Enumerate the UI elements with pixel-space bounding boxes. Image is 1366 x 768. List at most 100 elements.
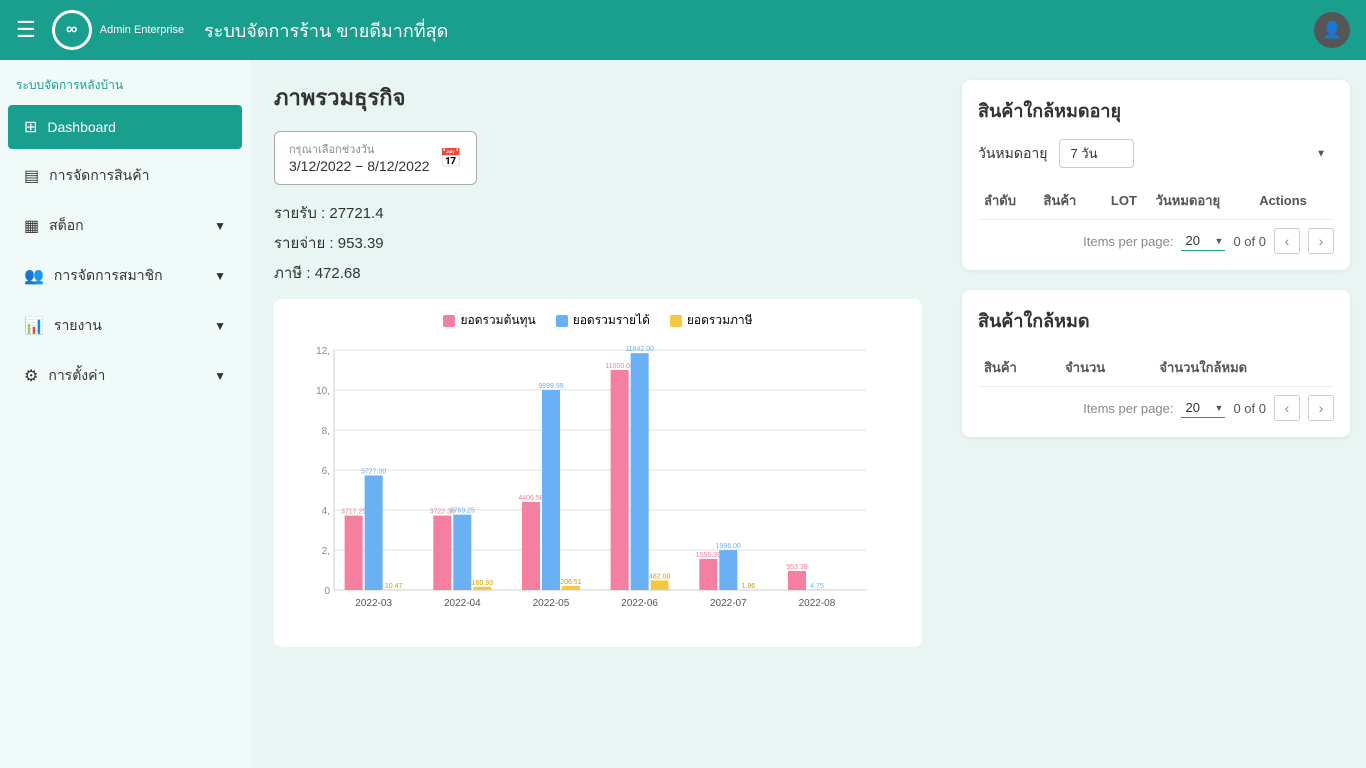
col-index: ลำดับ [978,182,1038,220]
chevron-down-icon: ▼ [214,319,226,333]
topnav-title: ระบบจัดการร้าน ขายดีมากที่สุด [204,16,448,45]
chart-area: ยอดรวมต้นทุน ยอดรวมรายได้ ยอดรวมภาษี 02,… [274,299,922,647]
svg-text:953.39: 953.39 [786,564,808,571]
member-icon: 👥 [24,266,44,286]
dashboard-icon: ⊞ [24,117,37,137]
svg-text:482.00: 482.00 [649,573,671,580]
income-stat: รายรับ : 27721.4 [274,201,922,225]
chevron-down-icon: ▼ [214,369,226,383]
col-qty: จำนวน [1059,349,1153,387]
low-stock-section: สินค้าใกล้หมด สินค้า จำนวน จำนวนใกล้หมด … [962,290,1350,437]
svg-text:3717.25: 3717.25 [341,509,366,516]
date-picker-label: กรุณาเลือกช่วงวัน [289,140,430,158]
sidebar-section-label: ระบบจัดการหลังบ้าน [0,60,250,103]
svg-text:1555.39: 1555.39 [696,552,721,559]
stock-icon: ▦ [24,216,39,236]
expiry-next-button[interactable]: › [1308,228,1334,254]
page-title: ภาพรวมธุรกิจ [274,80,922,115]
svg-text:2022-06: 2022-06 [621,598,658,609]
sidebar-item-label: การจัดการสินค้า [49,165,149,187]
expiry-prev-button[interactable]: ‹ [1274,228,1300,254]
settings-icon: ⚙ [24,366,38,386]
low-stock-table: สินค้า จำนวน จำนวนใกล้หมด [978,349,1334,387]
legend-cost-label: ยอดรวมต้นทุน [460,311,535,330]
svg-text:11000.00: 11000.00 [605,363,634,370]
lowstock-pagination-row: Items per page: 2050100 0 of 0 ‹ › [978,387,1334,421]
lowstock-next-button[interactable]: › [1308,395,1334,421]
svg-text:10,: 10, [316,386,330,397]
expiry-page-select-wrap: 2050100 [1181,231,1225,251]
sidebar-item-product[interactable]: ▤ การจัดการสินค้า [8,153,242,199]
col-product: สินค้า [1038,182,1099,220]
col-product: สินค้า [978,349,1059,387]
svg-text:12,: 12, [316,346,330,357]
legend-cost-dot [443,315,455,327]
expiry-page-select[interactable]: 2050100 [1181,231,1225,251]
legend-tax-label: ยอดรวมภาษี [687,311,753,330]
expire-filter-label: วันหมดอายุ [978,143,1047,165]
calendar-icon[interactable]: 📅 [440,148,462,169]
svg-text:206.51: 206.51 [560,579,582,586]
lowstock-page-select-wrap: 2050100 [1181,398,1225,418]
svg-text:2,: 2, [322,546,330,557]
sidebar-item-label: Dashboard [47,119,116,135]
sidebar-item-report[interactable]: 📊 รายงาน ▼ [8,303,242,349]
col-actions: Actions [1253,182,1334,220]
expire-select[interactable]: 7 วัน 14 วัน 30 วัน [1059,139,1134,168]
topnav: ☰ ∞ Admin Enterprise ระบบจัดการร้าน ขายด… [0,0,1366,60]
sidebar: ระบบจัดการหลังบ้าน ⊞ Dashboard ▤ การจัดก… [0,60,250,768]
menu-icon[interactable]: ☰ [16,17,36,43]
expiry-section-title: สินค้าใกล้หมดอายุ [978,96,1334,125]
expiry-section: สินค้าใกล้หมดอายุ วันหมดอายุ 7 วัน 14 วั… [962,80,1350,270]
sidebar-item-stock[interactable]: ▦ สต็อก ▼ [8,203,242,249]
svg-text:3769.25: 3769.25 [450,508,475,515]
svg-text:6,: 6, [322,466,330,477]
expiry-table: ลำดับ สินค้า LOT วันหมดอายุ Actions [978,182,1334,220]
lowstock-pagination-count: 0 of 0 [1233,401,1266,416]
col-lot: LOT [1098,182,1149,220]
svg-text:11842.00: 11842.00 [625,346,654,353]
svg-text:4.75: 4.75 [810,583,824,590]
svg-text:8,: 8, [322,426,330,437]
sidebar-item-settings[interactable]: ⚙ การตั้งค่า ▼ [8,353,242,399]
svg-text:2022-05: 2022-05 [533,598,570,609]
logo-text: Admin Enterprise [100,23,184,37]
svg-text:2022-08: 2022-08 [799,598,836,609]
legend-revenue-label: ยอดรวมรายได้ [573,311,650,330]
legend-cost: ยอดรวมต้นทุน [443,311,535,330]
stats-section: รายรับ : 27721.4 รายจ่าย : 953.39 ภาษี :… [274,201,922,285]
sidebar-item-label: การจัดการสมาชิก [54,265,163,287]
lowstock-prev-button[interactable]: ‹ [1274,395,1300,421]
chart-svg-wrap: 02,4,6,8,10,12, 3717.255727.0010.472022-… [286,340,910,635]
main-content: ภาพรวมธุรกิจ กรุณาเลือกช่วงวัน 3/12/2022… [250,60,946,768]
right-panel: สินค้าใกล้หมดอายุ วันหมดอายุ 7 วัน 14 วั… [946,60,1366,768]
tax-stat: ภาษี : 472.68 [274,261,922,285]
low-stock-title: สินค้าใกล้หมด [978,306,1334,335]
sidebar-item-dashboard[interactable]: ⊞ Dashboard [8,105,242,149]
logo: ∞ Admin Enterprise [52,10,184,50]
logo-symbol: ∞ [52,10,92,50]
sidebar-item-member[interactable]: 👥 การจัดการสมาชิก ▼ [8,253,242,299]
product-icon: ▤ [24,166,39,186]
legend-tax-dot [670,315,682,327]
expiry-items-label: Items per page: [1083,234,1173,249]
chart-legend: ยอดรวมต้นทุน ยอดรวมรายได้ ยอดรวมภาษี [286,311,910,330]
sidebar-item-label: การตั้งค่า [48,365,105,387]
chevron-down-icon: ▼ [214,269,226,283]
bar-chart: 02,4,6,8,10,12, 3717.255727.0010.472022-… [286,340,876,630]
expense-stat: รายจ่าย : 953.39 [274,231,922,255]
lowstock-items-label: Items per page: [1083,401,1173,416]
svg-text:4406.58: 4406.58 [518,495,543,502]
date-picker[interactable]: กรุณาเลือกช่วงวัน 3/12/2022 − 8/12/2022 … [274,131,477,185]
svg-text:160.93: 160.93 [472,580,494,587]
svg-text:10.47: 10.47 [385,583,403,590]
legend-tax: ยอดรวมภาษี [670,311,753,330]
sidebar-item-label: รายงาน [54,315,102,337]
lowstock-page-select[interactable]: 2050100 [1181,398,1225,418]
svg-text:2022-07: 2022-07 [710,598,747,609]
svg-text:2022-03: 2022-03 [355,598,392,609]
user-avatar[interactable]: 👤 [1314,12,1350,48]
report-icon: 📊 [24,316,44,336]
svg-text:2022-04: 2022-04 [444,598,481,609]
svg-text:1996.00: 1996.00 [716,543,741,550]
